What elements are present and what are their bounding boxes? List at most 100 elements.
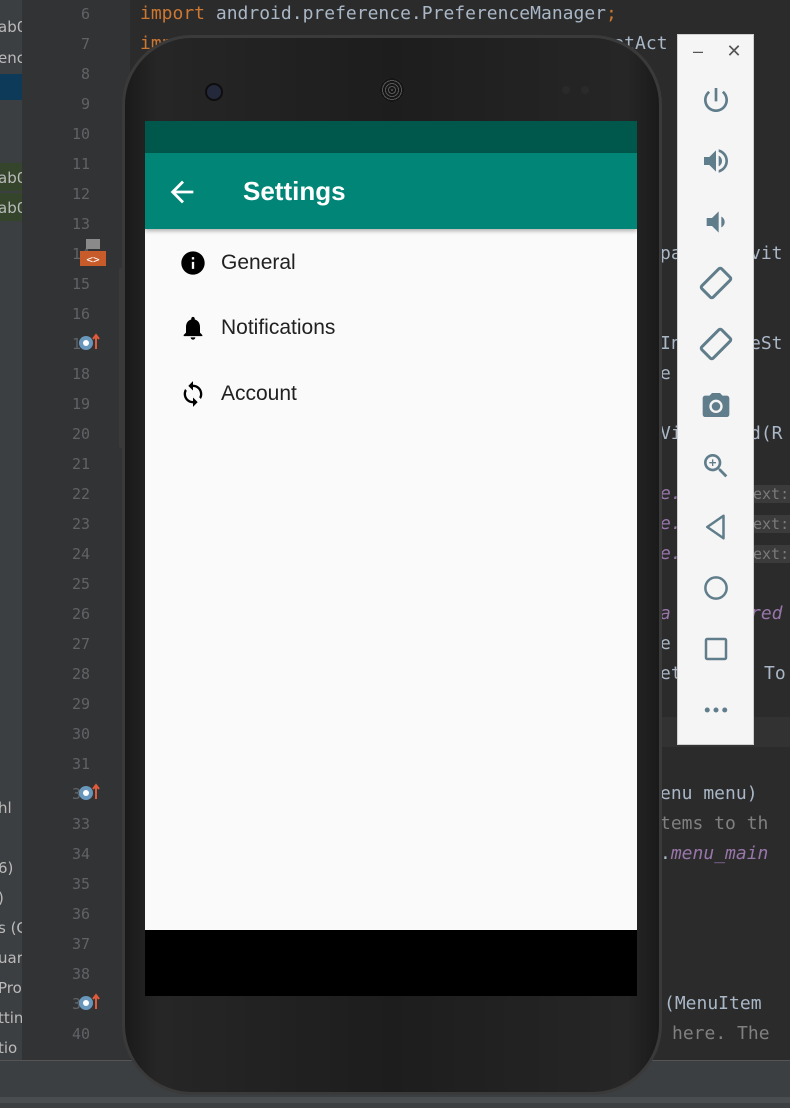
parameter-hint: ext: <box>750 513 790 534</box>
line-number: 40 <box>71 1025 90 1043</box>
project-item[interactable]: uar <box>0 949 22 967</box>
project-item[interactable]: s (G <box>0 919 22 937</box>
line-number: 23 <box>71 515 90 533</box>
svg-text:<>: <> <box>86 253 100 266</box>
preference-header-general[interactable]: General <box>145 231 637 293</box>
code-line-6: import android.preference.PreferenceMana… <box>140 3 617 24</box>
info-icon <box>181 251 205 275</box>
line-number: 7 <box>80 35 90 53</box>
code-fragment: red <box>750 603 783 624</box>
code-fragment: here. The <box>672 1023 770 1044</box>
more-icon <box>704 707 728 713</box>
parameter-hint: ext: <box>750 483 790 504</box>
line-number: 29 <box>71 695 90 713</box>
code-field: red <box>750 603 783 624</box>
line-number: 36 <box>71 905 90 923</box>
line-number: 28 <box>71 665 90 683</box>
line-number: 31 <box>71 755 90 773</box>
line-number: 15 <box>71 275 90 293</box>
code-fragment: vit <box>750 243 783 264</box>
override-icon[interactable] <box>78 783 100 801</box>
line-number: 10 <box>71 125 90 143</box>
minimize-button[interactable]: – <box>688 41 708 61</box>
line-number: 22 <box>71 485 90 503</box>
preference-header-label: Account <box>221 382 297 405</box>
preference-header-notifications[interactable]: Notifications <box>145 296 637 358</box>
code-fragment: d(R <box>750 423 783 444</box>
project-item[interactable]: tio <box>0 1039 17 1057</box>
project-item[interactable]: ttin <box>0 1009 22 1027</box>
code-semicolon: ; <box>606 3 617 24</box>
volume-up-button[interactable] <box>691 136 741 186</box>
rotate-right-icon <box>699 327 733 361</box>
volume-down-button[interactable] <box>691 197 741 247</box>
code-fragment: tems to th <box>660 813 768 834</box>
code-field: menu_main <box>670 843 769 864</box>
project-panel: ab0 enc ab0 ab0 hl 6) ) s (G uar Pro tti… <box>0 0 22 1060</box>
emulator-toolbar: – ✕ <box>677 34 754 745</box>
more-button[interactable] <box>691 685 741 735</box>
zoom-icon <box>704 454 728 478</box>
code-fragment: .menu_main <box>660 843 768 864</box>
line-number: 34 <box>71 845 90 863</box>
line-number-gutter: 6 7 8 9 10 11 12 13 14 15 16 17 18 19 20… <box>22 0 130 1060</box>
camera-icon <box>702 393 730 417</box>
project-item[interactable]: hl <box>0 799 12 817</box>
preference-header-label: Notifications <box>221 316 336 339</box>
horizontal-scrollbar[interactable] <box>0 1097 790 1103</box>
zoom-button[interactable] <box>691 441 741 491</box>
rotate-left-button[interactable] <box>691 258 741 308</box>
line-number: 38 <box>71 965 90 983</box>
power-button[interactable] <box>691 75 741 125</box>
rotate-right-button[interactable] <box>691 319 741 369</box>
line-number: 20 <box>71 425 90 443</box>
override-icon[interactable] <box>78 993 100 1011</box>
line-number: 25 <box>71 575 90 593</box>
line-number: 33 <box>71 815 90 833</box>
line-number: 9 <box>80 95 90 113</box>
override-icon[interactable] <box>78 333 100 351</box>
code-fragment: (MenuItem <box>664 993 762 1014</box>
parameter-hint-label: ext: <box>750 515 790 533</box>
rotate-left-icon <box>699 266 733 300</box>
proximity-sensor <box>562 86 570 94</box>
project-item[interactable]: 6) <box>0 859 13 877</box>
project-item[interactable]: ab0 <box>0 169 22 187</box>
parameter-hint-label: ext: <box>750 545 790 563</box>
code-import-path: android.preference.PreferenceManager <box>205 3 606 24</box>
project-item[interactable]: ab0 <box>0 18 22 36</box>
code-fragment: To <box>764 663 786 684</box>
line-number: 12 <box>71 185 90 203</box>
code-comment: tems to th <box>660 813 769 834</box>
preference-header-account[interactable]: Account <box>145 362 637 424</box>
back-button[interactable] <box>691 502 741 552</box>
layout-file-icon[interactable]: <> <box>80 237 106 267</box>
project-item[interactable]: ab0 <box>0 199 22 217</box>
bell-icon <box>183 316 203 340</box>
line-number: 19 <box>71 395 90 413</box>
project-item[interactable]: ) <box>0 889 4 907</box>
line-number: 37 <box>71 935 90 953</box>
overview-icon <box>704 637 728 661</box>
back-arrow-icon[interactable] <box>165 175 199 209</box>
back-icon <box>706 514 725 540</box>
project-item[interactable]: Pro <box>0 979 22 997</box>
sync-icon <box>183 381 203 407</box>
close-button[interactable]: ✕ <box>724 41 744 61</box>
line-number: 13 <box>71 215 90 233</box>
status-bar <box>145 121 637 153</box>
front-camera <box>205 83 223 101</box>
line-number: 18 <box>71 365 90 383</box>
device-screen[interactable]: Settings General Notifications Account <box>145 121 637 996</box>
parameter-hint: ext: <box>750 543 790 564</box>
home-button[interactable] <box>691 563 741 613</box>
line-number: 8 <box>80 65 90 83</box>
code-comment: here. The <box>672 1023 770 1044</box>
app-toolbar: Settings <box>145 153 637 229</box>
project-item[interactable]: enc <box>0 49 22 67</box>
overview-button[interactable] <box>691 624 741 674</box>
screenshot-button[interactable] <box>691 380 741 430</box>
earpiece-speaker <box>380 78 404 102</box>
line-number: 6 <box>80 5 90 23</box>
line-number: 21 <box>71 455 90 473</box>
